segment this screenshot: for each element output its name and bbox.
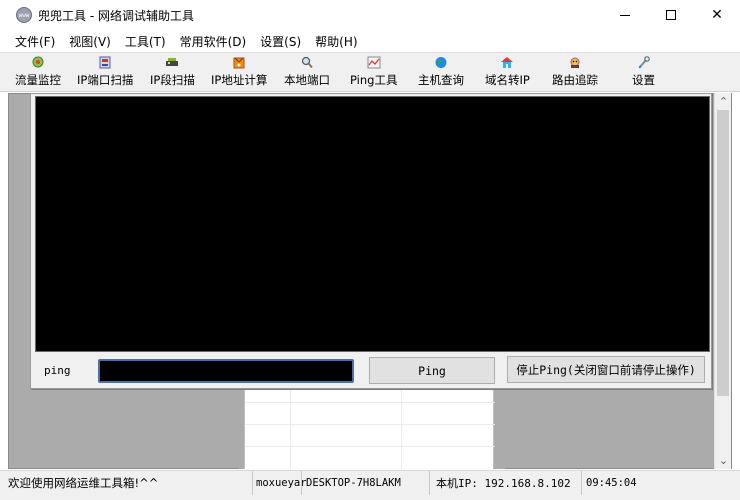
tool-local-port[interactable]: 本地端口 (284, 56, 330, 90)
tool-settings[interactable]: 设置 (632, 56, 655, 90)
background-document (244, 388, 495, 469)
tool-host-query[interactable]: 主机查询 (418, 56, 464, 90)
ping-target-input[interactable] (98, 359, 354, 383)
tool-label: 流量监控 (15, 73, 61, 87)
menu-help[interactable]: 帮助(H) (308, 33, 364, 50)
maximize-button[interactable] (648, 0, 694, 30)
grid-line (245, 424, 495, 425)
menu-bar: 文件(F) 视图(V) 工具(T) 常用软件(D) 设置(S) 帮助(H) (0, 30, 740, 52)
ping-button[interactable]: Ping (369, 357, 495, 384)
status-local-ip: 本机IP: 192.168.8.102 (432, 471, 582, 495)
grid-line (245, 446, 495, 447)
tool-label: 域名转IP (485, 73, 530, 87)
tool-label: 路由追踪 (552, 73, 598, 87)
app-logo-icon[interactable]: www (16, 7, 32, 23)
menu-tools[interactable]: 工具(T) (118, 33, 173, 50)
menu-common-software[interactable]: 常用软件(D) (173, 33, 254, 50)
settings-icon (638, 56, 650, 69)
tool-label: IP地址计算 (211, 73, 268, 87)
tool-label: Ping工具 (350, 73, 398, 87)
menu-settings[interactable]: 设置(S) (253, 33, 308, 50)
ip-calc-icon (233, 57, 245, 69)
close-button[interactable]: ✕ (694, 0, 740, 30)
title-bar: www 兜兜工具 - 网络调试辅助工具 ✕ (0, 0, 740, 30)
router-icon (570, 57, 580, 68)
status-clock: 09:45:04 (586, 477, 637, 489)
menu-file[interactable]: 文件(F) (8, 33, 62, 50)
tool-label: IP段扫描 (150, 73, 195, 87)
window-title: 兜兜工具 - 网络调试辅助工具 (38, 8, 194, 23)
grid-line (290, 388, 291, 469)
magnifier-icon (301, 56, 313, 69)
minimize-icon (620, 14, 630, 16)
scroll-thumb[interactable] (717, 110, 729, 396)
toolbar: 流量监控 IP端口扫描 IP段扫描 IP地址计算 本地端口 Ping工具 主机查… (0, 52, 740, 92)
tool-ip-calc[interactable]: IP地址计算 (211, 56, 267, 90)
status-user: moxueyar (254, 471, 307, 495)
tool-label: IP端口扫描 (77, 73, 134, 87)
tool-label: 主机查询 (418, 73, 464, 87)
grid-line (401, 388, 402, 469)
port-scan-icon (99, 56, 111, 69)
minimize-button[interactable] (602, 0, 648, 30)
scroll-down-icon[interactable]: ⌄ (715, 452, 732, 469)
scroll-up-icon[interactable]: ⌃ (715, 93, 732, 110)
house-icon (501, 57, 514, 68)
tool-label: 设置 (632, 73, 655, 87)
tool-ip-segment-scan[interactable]: IP段扫描 (150, 56, 195, 90)
grid-line (245, 402, 495, 403)
stop-ping-button[interactable]: 停止Ping(关闭窗口前请停止操作) (507, 356, 705, 383)
app-logo-text: www (18, 11, 30, 19)
window-controls: ✕ (602, 0, 740, 30)
ping-label: ping (44, 364, 71, 377)
status-bar: 欢迎使用网络运维工具箱!^^ moxueyar DESKTOP-7H8LAKM … (0, 470, 740, 500)
menu-view[interactable]: 视图(V) (62, 33, 118, 50)
close-icon: ✕ (711, 7, 723, 23)
segment-scan-icon (166, 58, 179, 66)
tool-domain-to-ip[interactable]: 域名转IP (485, 56, 530, 90)
tool-route-trace[interactable]: 路由追踪 (552, 56, 598, 90)
status-hostname: DESKTOP-7H8LAKM (304, 471, 430, 495)
tool-ip-port-scan[interactable]: IP端口扫描 (77, 56, 133, 90)
vertical-scrollbar[interactable]: ⌃ ⌄ (714, 93, 731, 469)
tool-label: 本地端口 (284, 73, 330, 87)
tool-ping[interactable]: Ping工具 (350, 56, 397, 90)
maximize-icon (666, 10, 676, 20)
status-welcome: 欢迎使用网络运维工具箱!^^ (8, 471, 253, 495)
ping-output-console[interactable] (35, 96, 710, 352)
ping-tool-window: ping Ping 停止Ping(关闭窗口前请停止操作) (30, 93, 712, 389)
traffic-monitor-icon (32, 56, 44, 68)
tool-traffic-monitor[interactable]: 流量监控 (15, 56, 61, 90)
ping-chart-icon (367, 56, 381, 69)
globe-icon (435, 57, 447, 68)
